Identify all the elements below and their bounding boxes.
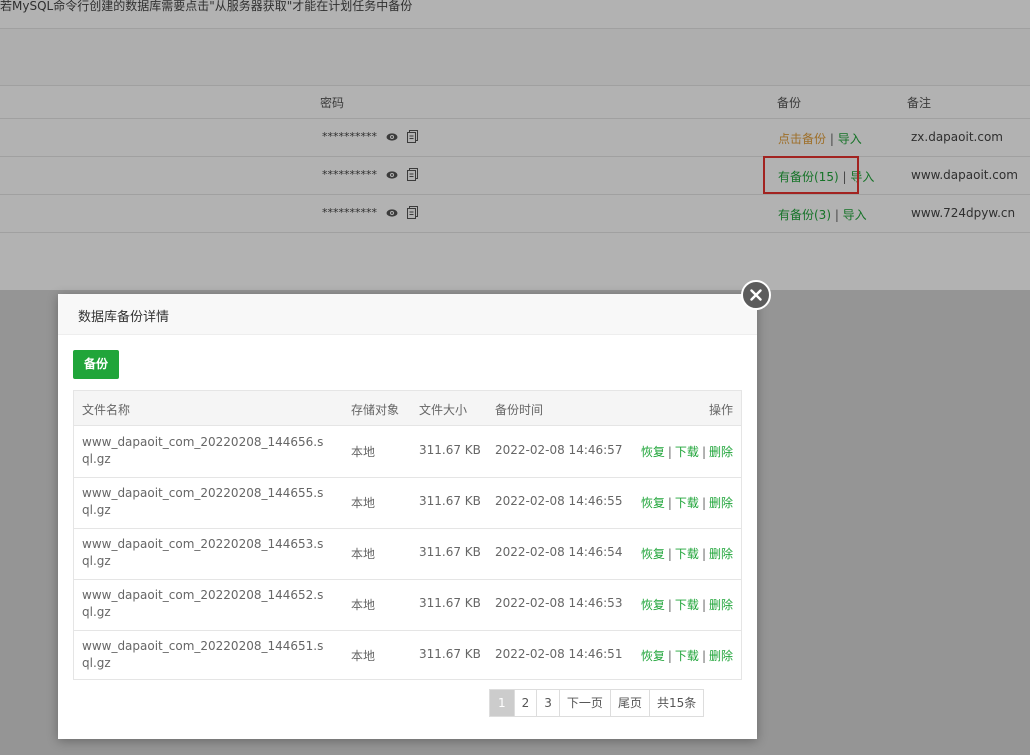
page-1[interactable]: 1 <box>490 690 515 716</box>
page-3[interactable]: 3 <box>537 690 560 716</box>
restore-link[interactable]: 恢复 <box>641 598 665 612</box>
separator: | <box>701 445 706 459</box>
dialog-title: 数据库备份详情 <box>78 310 170 325</box>
file-name: www_dapaoit_com_20220208_144655.sql.gz <box>82 486 324 517</box>
file-name: www_dapaoit_com_20220208_144653.sql.gz <box>82 537 324 568</box>
restore-link[interactable]: 恢复 <box>641 445 665 459</box>
delete-link[interactable]: 删除 <box>709 649 733 663</box>
file-name: www_dapaoit_com_20220208_144651.sql.gz <box>82 639 324 670</box>
storage-cell: 本地 <box>351 496 376 510</box>
row-actions: 恢复 | 下载 | 删除 <box>641 647 733 664</box>
storage-cell: 本地 <box>351 649 376 663</box>
separator: | <box>667 598 672 612</box>
close-icon <box>750 289 762 301</box>
col-storage: 存储对象 <box>351 403 400 417</box>
last-page[interactable]: 尾页 <box>611 690 650 716</box>
restore-link[interactable]: 恢复 <box>641 649 665 663</box>
size-cell: 311.67 KB <box>419 596 481 610</box>
separator: | <box>667 445 672 459</box>
row-actions: 恢复 | 下载 | 删除 <box>641 596 733 613</box>
row-actions: 恢复 | 下载 | 删除 <box>641 545 733 562</box>
table-row: www_dapaoit_com_20220208_144655.sql.gz 本… <box>74 477 741 529</box>
delete-link[interactable]: 删除 <box>709 598 733 612</box>
delete-link[interactable]: 删除 <box>709 547 733 561</box>
time-cell: 2022-02-08 14:46:54 <box>495 545 623 559</box>
table-row: www_dapaoit_com_20220208_144656.sql.gz 本… <box>74 426 741 478</box>
col-time: 备份时间 <box>495 403 544 417</box>
col-actions: 操作 <box>708 403 733 417</box>
pagination: 1 2 3 下一页 尾页 共15条 <box>489 689 705 717</box>
size-cell: 311.67 KB <box>419 494 481 508</box>
modal-overlay[interactable] <box>0 0 1030 290</box>
time-cell: 2022-02-08 14:46:55 <box>495 494 623 508</box>
separator: | <box>701 649 706 663</box>
total-count: 共15条 <box>656 696 697 710</box>
time-cell: 2022-02-08 14:46:51 <box>495 647 623 661</box>
dialog-header: 数据库备份详情 <box>58 294 757 335</box>
backup-details-dialog: 数据库备份详情 备份 文件名称 存储对象 文件大小 备份时间 操作 www_da… <box>58 294 757 739</box>
next-page[interactable]: 下一页 <box>560 690 611 716</box>
separator: | <box>701 598 706 612</box>
time-cell: 2022-02-08 14:46:57 <box>495 443 623 457</box>
file-name: www_dapaoit_com_20220208_144656.sql.gz <box>82 435 324 466</box>
download-link[interactable]: 下载 <box>675 649 699 663</box>
separator: | <box>667 496 672 510</box>
backup-table-header: 文件名称 存储对象 文件大小 备份时间 操作 <box>74 391 741 426</box>
download-link[interactable]: 下载 <box>675 445 699 459</box>
file-name: www_dapaoit_com_20220208_144652.sql.gz <box>82 588 324 619</box>
download-link[interactable]: 下载 <box>675 547 699 561</box>
storage-cell: 本地 <box>351 445 376 459</box>
storage-cell: 本地 <box>351 547 376 561</box>
separator: | <box>701 547 706 561</box>
page-2[interactable]: 2 <box>515 690 538 716</box>
size-cell: 311.67 KB <box>419 443 481 457</box>
col-filename: 文件名称 <box>82 403 131 417</box>
table-row: www_dapaoit_com_20220208_144653.sql.gz 本… <box>74 528 741 580</box>
col-size: 文件大小 <box>419 403 468 417</box>
row-actions: 恢复 | 下载 | 删除 <box>641 443 733 460</box>
storage-cell: 本地 <box>351 598 376 612</box>
download-link[interactable]: 下载 <box>675 496 699 510</box>
restore-link[interactable]: 恢复 <box>641 496 665 510</box>
size-cell: 311.67 KB <box>419 647 481 661</box>
table-row: www_dapaoit_com_20220208_144652.sql.gz 本… <box>74 579 741 631</box>
separator: | <box>667 649 672 663</box>
backup-button[interactable]: 备份 <box>73 350 119 379</box>
table-row: www_dapaoit_com_20220208_144651.sql.gz 本… <box>74 630 741 681</box>
download-link[interactable]: 下载 <box>675 598 699 612</box>
restore-link[interactable]: 恢复 <box>641 547 665 561</box>
close-button[interactable] <box>741 280 771 310</box>
delete-link[interactable]: 删除 <box>709 496 733 510</box>
delete-link[interactable]: 删除 <box>709 445 733 459</box>
separator: | <box>667 547 672 561</box>
size-cell: 311.67 KB <box>419 545 481 559</box>
separator: | <box>701 496 706 510</box>
backup-table: 文件名称 存储对象 文件大小 备份时间 操作 www_dapaoit_com_2… <box>73 390 742 680</box>
time-cell: 2022-02-08 14:46:53 <box>495 596 623 610</box>
row-actions: 恢复 | 下载 | 删除 <box>641 494 733 511</box>
